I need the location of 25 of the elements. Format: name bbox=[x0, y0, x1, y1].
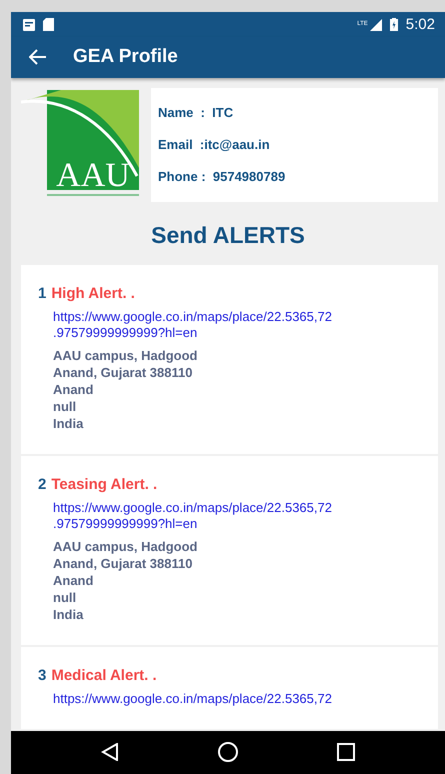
alert-title: Teasing Alert. . bbox=[51, 476, 158, 493]
back-button[interactable] bbox=[29, 49, 47, 66]
profile-field: Email :itc@aau.in bbox=[158, 137, 438, 152]
map-link[interactable]: https://www.google.co.in/maps/place/22.5365,72 bbox=[53, 690, 438, 707]
alert-address: AAU campus, Hadgood Anand, Gujarat 388110 Anand null India bbox=[53, 538, 198, 623]
alert-title: High Alert. . bbox=[51, 284, 135, 302]
notification-icon bbox=[23, 18, 35, 31]
section-title: Send ALERTS bbox=[150, 222, 306, 249]
back-icon[interactable] bbox=[100, 743, 119, 762]
screen-title: GEA Profile bbox=[73, 46, 178, 68]
battery-icon bbox=[390, 18, 398, 32]
alert-number: 3 bbox=[38, 666, 46, 684]
recents-icon[interactable] bbox=[337, 743, 356, 762]
alert-title: Medical Alert. . bbox=[51, 666, 157, 684]
map-link[interactable]: https://www.google.co.in/maps/place/22.5365,72 .97579999999999?hl=en bbox=[53, 308, 438, 341]
clock: 5:02 bbox=[406, 16, 435, 34]
alert-number: 2 bbox=[38, 476, 46, 493]
profile-field: Phone : 9574980789 bbox=[158, 169, 438, 184]
signal-icon bbox=[370, 18, 382, 31]
profile-field: Name : ITC bbox=[158, 105, 438, 120]
alert-number: 1 bbox=[38, 284, 46, 302]
home-icon[interactable] bbox=[218, 742, 238, 762]
map-link[interactable]: https://www.google.co.in/maps/place/22.5365,72 .97579999999999?hl=en bbox=[53, 500, 438, 532]
sd-card-icon bbox=[43, 18, 54, 32]
alert-address: AAU campus, Hadgood Anand, Gujarat 388110 Anand null India bbox=[53, 346, 198, 432]
